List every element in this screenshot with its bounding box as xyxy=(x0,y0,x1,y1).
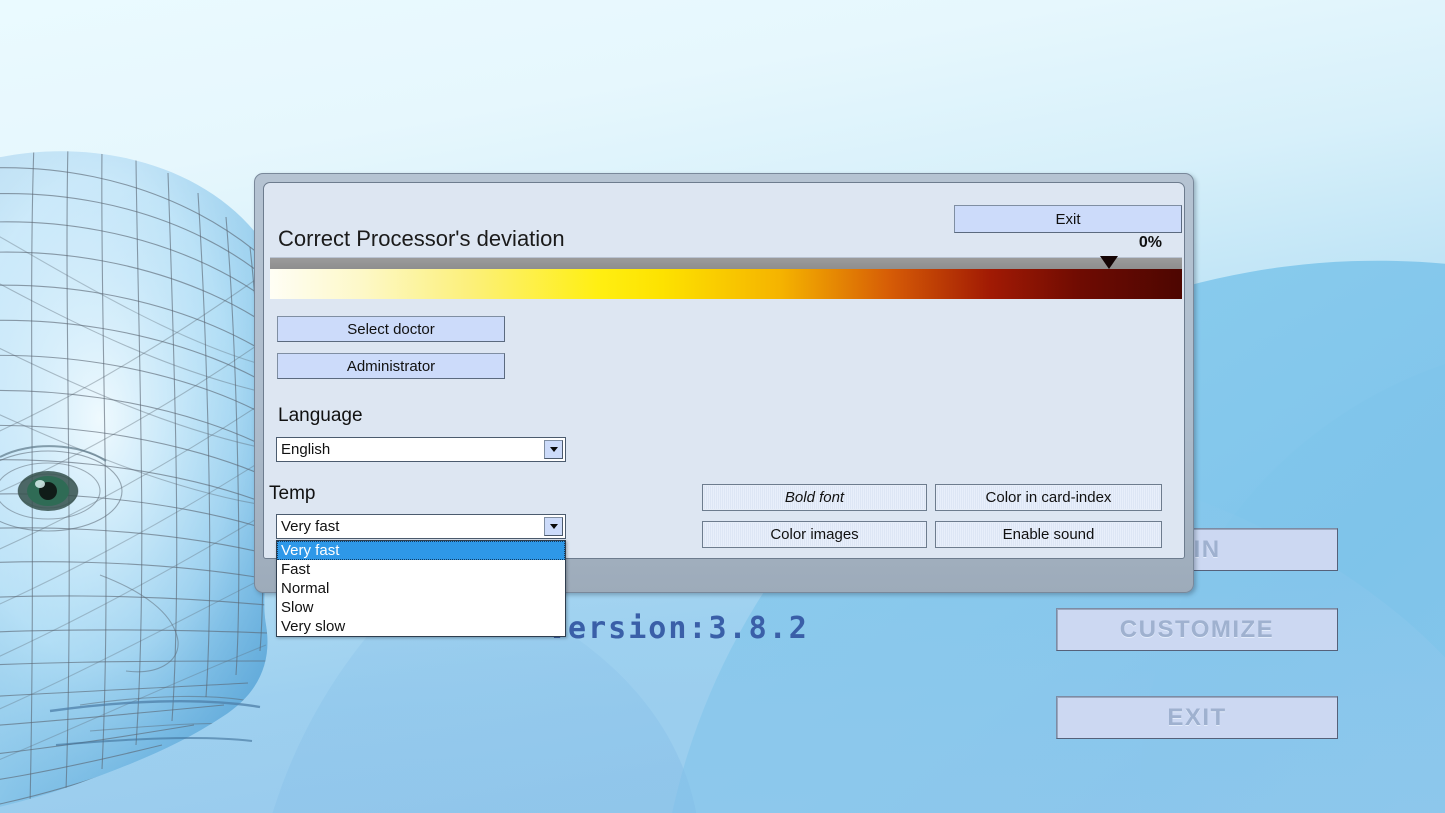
temp-select-value: Very fast xyxy=(281,518,340,535)
temperature-gradient-bar xyxy=(270,269,1182,299)
settings-dialog: Correct Processor's deviation Exit 0% Se… xyxy=(254,173,1194,637)
background-exit-button[interactable]: EXIT xyxy=(1056,696,1338,739)
language-select-value: English xyxy=(281,441,331,458)
temp-option-slow[interactable]: Slow xyxy=(277,598,565,617)
dialog-title: Correct Processor's deviation xyxy=(278,226,565,251)
temp-label: Temp xyxy=(269,483,316,504)
chevron-down-icon[interactable] xyxy=(544,517,563,536)
head-eye xyxy=(18,471,78,511)
administrator-button[interactable]: Administrator xyxy=(277,353,505,379)
color-in-card-index-toggle[interactable]: Color in card-index xyxy=(935,484,1162,511)
color-images-toggle[interactable]: Color images xyxy=(702,521,927,548)
temp-option-very-fast[interactable]: Very fast xyxy=(277,541,565,560)
progress-percent-label: 0% xyxy=(1138,234,1162,251)
temp-option-very-slow[interactable]: Very slow xyxy=(277,617,565,636)
background-customize-button[interactable]: CUSTOMIZE xyxy=(1056,608,1338,651)
dialog-content-panel: Correct Processor's deviation Exit 0% Se… xyxy=(263,182,1185,637)
temp-option-normal[interactable]: Normal xyxy=(277,579,565,598)
bold-font-toggle[interactable]: Bold font xyxy=(702,484,927,511)
temp-option-fast[interactable]: Fast xyxy=(277,560,565,579)
temp-dropdown-list[interactable]: Very fast Fast Normal Slow Very slow xyxy=(276,540,566,637)
progress-marker-triangle-icon[interactable] xyxy=(1100,256,1118,269)
dialog-exit-button[interactable]: Exit xyxy=(954,205,1182,233)
enable-sound-toggle[interactable]: Enable sound xyxy=(935,521,1162,548)
version-label: Version:3.8.2 xyxy=(548,611,809,646)
language-label: Language xyxy=(278,405,363,426)
app-screen: the state ng Version:3.8.2 GIN CUSTOMIZE… xyxy=(0,0,1445,813)
select-doctor-button[interactable]: Select doctor xyxy=(277,316,505,342)
temp-select[interactable]: Very fast xyxy=(276,514,566,539)
language-select[interactable]: English xyxy=(276,437,566,462)
chevron-down-icon[interactable] xyxy=(544,440,563,459)
